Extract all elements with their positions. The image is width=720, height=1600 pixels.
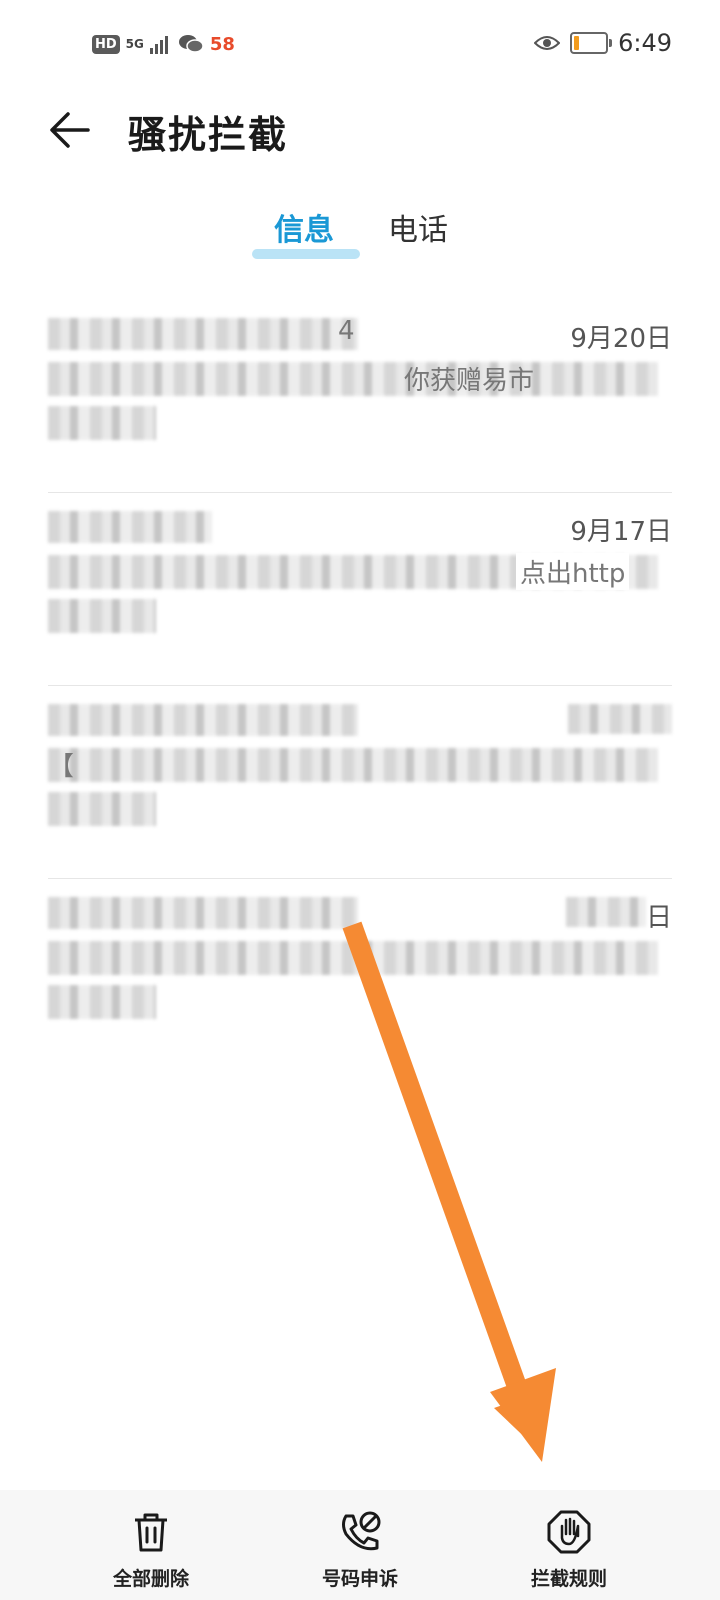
status-left-icons: HD 5G 58 [92,30,235,58]
status-bar: HD 5G 58 6:49 [0,0,720,90]
message-body-blurred-line2 [48,792,156,826]
tab-calls[interactable]: 电话 [388,205,448,249]
status-right-icons: 6:49 [534,28,672,58]
eye-comfort-icon [534,36,561,50]
tab-bar: 信息 电话 [0,205,720,265]
active-tab-indicator [252,249,360,259]
clock: 6:49 [618,29,672,57]
message-body-blurred-line2 [48,406,156,440]
message-date: 9月20日 [570,324,672,354]
wechat-icon [178,35,204,53]
trash-icon [135,1513,167,1552]
tab-messages[interactable]: 信息 [274,205,334,249]
message-body-blurred-line2 [48,985,156,1019]
message-body-blurred [48,941,658,975]
bottom-action-bar: 全部删除 号码申诉 拦截规则 [0,1490,720,1600]
arrow-left-icon [50,112,90,148]
delete-all-button[interactable]: 全部删除 [76,1490,226,1600]
message-date-blurred [568,704,672,734]
block-rules-button[interactable]: 拦截规则 [494,1490,644,1600]
message-date: 9月17日 [570,517,672,547]
battery-icon [570,32,613,54]
message-body-blurred-line2 [48,599,156,633]
phone-blocked-icon [342,1511,381,1551]
app-header: 骚扰拦截 [0,90,720,170]
message-body-blurred [48,748,658,782]
message-body-blurred [48,362,658,396]
signal-icon [149,36,168,54]
blocked-message-list: 4 9月20日 你获赠易市 9月17日 点出http 【 日 [48,300,672,1071]
back-button[interactable] [48,108,92,152]
message-sender-blurred [48,897,358,929]
list-item[interactable]: 4 9月20日 你获赠易市 [48,300,672,493]
hand-stop-icon [547,1510,591,1554]
message-body-fragment: 你获赠易市 [404,366,535,396]
number-appeal-label: 号码申诉 [321,1568,398,1590]
block-rules-label: 拦截规则 [530,1568,607,1590]
app-58-icon: 58 [209,33,235,55]
list-item[interactable]: 【 [48,686,672,879]
message-date-blurred [566,897,646,927]
hd-icon: HD [92,34,120,54]
message-sender-blurred [48,318,358,350]
message-body-fragment: 点出http [516,553,630,590]
delete-all-label: 全部删除 [112,1568,189,1590]
page-title: 骚扰拦截 [128,113,289,157]
number-appeal-button[interactable]: 号码申诉 [285,1490,435,1600]
network-5g-icon: 5G [125,37,144,51]
message-sender-blurred [48,511,212,543]
message-date-fragment: 日 [645,903,672,933]
message-body-fragment: 【 [48,752,75,782]
message-sender-fragment: 4 [338,316,355,346]
message-sender-blurred [48,704,358,736]
list-item[interactable]: 日 [48,879,672,1071]
list-item[interactable]: 9月17日 点出http [48,493,672,686]
